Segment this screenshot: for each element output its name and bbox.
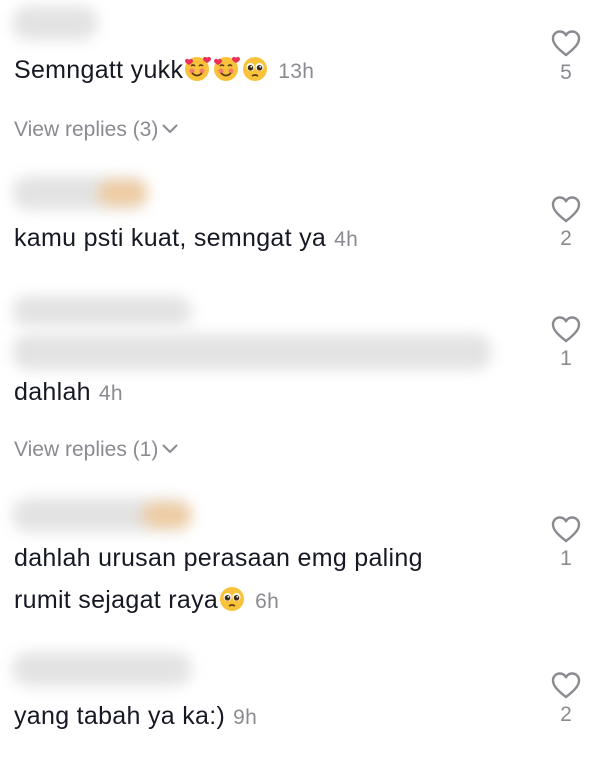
comment-body-line-2: rumit sejagat raya [14,586,219,614]
like-button[interactable]: 1 [544,314,588,371]
heart-outline-icon [544,514,588,544]
view-replies-button[interactable]: View replies (3) [14,118,178,142]
pleading-face-icon [218,585,246,613]
heart-outline-icon [544,28,588,58]
comment-text: Semngatt yukk 13h [14,54,314,88]
comment-body: yang tabah ya ka:) [14,702,226,730]
like-count: 2 [560,227,572,250]
smiling-face-with-hearts-icon [212,55,241,83]
heart-outline-icon [544,314,588,344]
smiling-face-with-hearts-icon [183,55,212,83]
comment-body-line-1: dahlah urusan perasaan emg paling [14,544,423,572]
comment-timestamp: 4h [98,382,123,405]
comment-timestamp: 6h [255,590,280,613]
comment-text-line-1: dahlah urusan perasaan emg paling [14,542,423,574]
like-button[interactable]: 2 [544,194,588,251]
comment-text-line-2: rumit sejagat raya 6h [14,584,279,618]
view-replies-label: View replies (1) [14,438,159,461]
like-button[interactable]: 5 [544,28,588,85]
username-blurred[interactable] [12,652,192,686]
like-count: 1 [560,547,572,570]
like-button[interactable]: 2 [544,670,588,727]
like-count: 5 [560,61,572,84]
comment-text: dahlah 4h [14,376,123,410]
heart-outline-icon [544,194,588,224]
like-count: 2 [560,703,572,726]
comment-text: kamu psti kuat, semngat ya 4h [14,222,358,256]
username-blurred[interactable] [12,6,98,40]
like-count: 1 [560,347,572,370]
comment-body: dahlah [14,378,91,406]
display-name-blurred [12,334,492,370]
heart-outline-icon [544,670,588,700]
chevron-down-icon [162,124,178,134]
comment-body: Semngatt yukk [14,56,184,84]
username-blurred[interactable] [12,498,192,532]
username-blurred[interactable] [12,176,148,210]
view-replies-label: View replies (3) [14,118,159,141]
comment-timestamp: 9h [233,706,258,729]
pleading-face-icon [241,55,269,83]
chevron-down-icon [162,444,178,454]
comment-timestamp: 13h [278,60,315,83]
comment-text: yang tabah ya ka:) 9h [14,700,257,734]
like-button[interactable]: 1 [544,514,588,571]
comment-timestamp: 4h [334,228,359,251]
view-replies-button[interactable]: View replies (1) [14,438,178,462]
username-blurred[interactable] [12,296,192,326]
comment-body: kamu psti kuat, semngat ya [14,224,327,252]
